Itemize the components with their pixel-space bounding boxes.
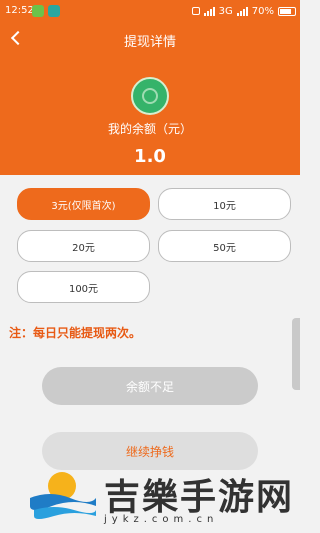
option-10-yuan[interactable]: 10元 bbox=[158, 188, 291, 220]
watermark-logo-icon bbox=[30, 472, 96, 519]
status-indicators: 3G 70% bbox=[191, 4, 296, 18]
withdraw-note: 注：每日只能提现两次。 bbox=[9, 326, 142, 340]
balance-label: 我的余额（元） bbox=[107, 122, 192, 136]
continue-earning-button[interactable]: 继续挣钱 bbox=[42, 432, 258, 470]
vibrate-icon bbox=[191, 7, 200, 15]
watermark-text: 吉樂手游网 bbox=[104, 477, 295, 518]
option-100-yuan[interactable]: 100元 bbox=[17, 271, 150, 303]
signal-icon bbox=[203, 6, 215, 16]
status-bar: 12:52 3G 70% bbox=[0, 0, 300, 22]
watermark-url: jykz.com.cn bbox=[104, 514, 219, 525]
status-time: 12:52 bbox=[5, 5, 34, 16]
battery-icon bbox=[278, 6, 296, 16]
page-title: 提现详情 bbox=[123, 35, 176, 50]
app-notification-icon-2 bbox=[48, 5, 60, 17]
network-type: 3G bbox=[218, 5, 233, 17]
signal-icon-2 bbox=[236, 6, 248, 16]
app-notification-icon bbox=[32, 5, 44, 17]
option-50-yuan[interactable]: 50元 bbox=[158, 230, 291, 262]
coin-icon-inner bbox=[142, 88, 158, 104]
insufficient-balance-button[interactable]: 余额不足 bbox=[42, 367, 258, 405]
option-3-yuan[interactable]: 3元(仅限首次) bbox=[17, 188, 150, 220]
option-20-yuan[interactable]: 20元 bbox=[17, 230, 150, 262]
balance-value: 1.0 bbox=[134, 146, 166, 167]
side-drawer-handle[interactable] bbox=[292, 318, 300, 390]
battery-percent: 70% bbox=[251, 5, 274, 17]
header: 12:52 3G 70% 提现详情 我的余额（元） 1.0 bbox=[0, 0, 300, 175]
coin-icon bbox=[131, 77, 169, 115]
